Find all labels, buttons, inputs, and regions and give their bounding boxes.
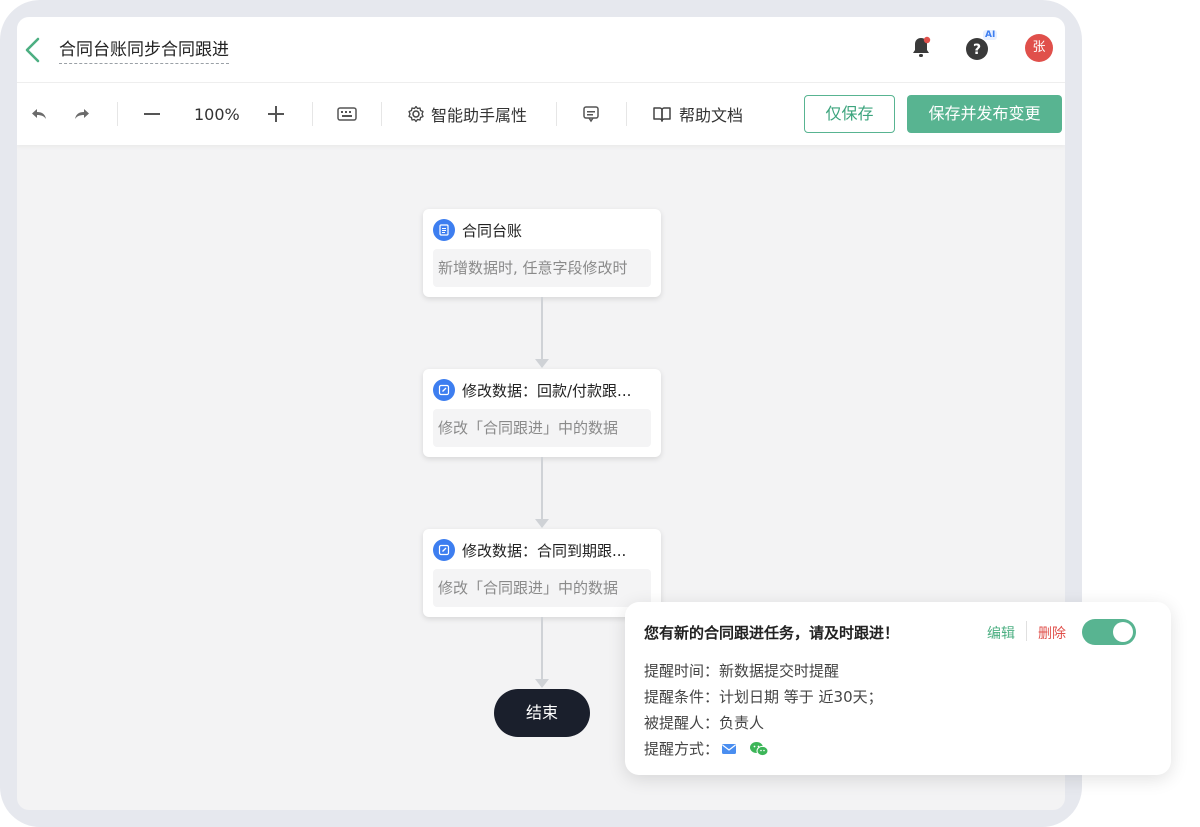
flow-connector <box>541 617 543 679</box>
enable-toggle[interactable] <box>1082 619 1136 645</box>
assistant-settings-label: 智能助手属性 <box>431 106 528 125</box>
ai-badge: AI <box>983 30 998 40</box>
action-divider <box>1026 621 1027 641</box>
toolbar: 100% 智能助手属性 帮助文档 仅保存 保存并发布变更 <box>17 83 1065 145</box>
edit-link[interactable]: 编辑 <box>987 623 1015 643</box>
assistant-settings-button[interactable]: 智能助手属性 <box>407 83 527 145</box>
zoom-in-icon[interactable] <box>267 83 285 145</box>
book-icon <box>653 106 671 122</box>
help-docs-label: 帮助文档 <box>679 106 744 125</box>
keyboard-icon[interactable] <box>337 83 357 145</box>
node-title: 修改数据：回款/付款跟... <box>462 381 632 400</box>
email-icon <box>721 743 737 755</box>
node-description: 新增数据时, 任意字段修改时 <box>433 249 651 287</box>
avatar[interactable]: 张 <box>1025 34 1053 62</box>
node-title: 修改数据：合同到期跟... <box>462 541 627 560</box>
comment-icon[interactable] <box>582 83 600 145</box>
edit-icon <box>433 539 455 561</box>
zoom-out-icon[interactable] <box>143 83 161 145</box>
toolbar-divider <box>626 102 627 126</box>
edit-icon <box>433 379 455 401</box>
toolbar-divider <box>556 102 557 126</box>
gear-icon <box>407 105 425 123</box>
toolbar-divider <box>117 102 118 126</box>
node-title: 合同台账 <box>462 221 523 240</box>
toolbar-divider <box>312 102 313 126</box>
reminder-method: 提醒方式： <box>644 738 769 759</box>
help-docs-button[interactable]: 帮助文档 <box>653 83 743 145</box>
save-button[interactable]: 仅保存 <box>804 95 895 133</box>
toggle-knob <box>1113 622 1133 642</box>
arrow-down-icon <box>535 519 549 528</box>
reminder-method-label: 提醒方式： <box>644 740 720 758</box>
flow-node-update-payment[interactable]: 修改数据：回款/付款跟... 修改「合同跟进」中的数据 <box>423 369 661 457</box>
flow-node-trigger[interactable]: 合同台账 新增数据时, 任意字段修改时 <box>423 209 661 297</box>
redo-icon[interactable] <box>73 83 91 145</box>
reminder-recipient: 被提醒人：负责人 <box>644 714 765 732</box>
reminder-condition: 提醒条件：计划日期 等于 近30天； <box>644 688 883 706</box>
title-bar: 合同台账同步合同跟进 ? AI 张 <box>17 17 1065 83</box>
save-publish-button[interactable]: 保存并发布变更 <box>907 95 1062 133</box>
bell-icon[interactable] <box>909 35 933 59</box>
flow-node-update-expiry[interactable]: 修改数据：合同到期跟... 修改「合同跟进」中的数据 <box>423 529 661 617</box>
reminder-title: 您有新的合同跟进任务，请及时跟进！ <box>644 624 900 642</box>
delete-link[interactable]: 删除 <box>1038 623 1066 643</box>
document-icon <box>433 219 455 241</box>
flow-end-node[interactable]: 结束 <box>494 689 590 737</box>
reminder-card: 您有新的合同跟进任务，请及时跟进！ 编辑 删除 提醒时间：新数据提交时提醒 提醒… <box>625 602 1171 775</box>
arrow-down-icon <box>535 679 549 688</box>
node-description: 修改「合同跟进」中的数据 <box>433 409 651 447</box>
page-title[interactable]: 合同台账同步合同跟进 <box>59 35 229 64</box>
back-icon[interactable] <box>21 35 45 65</box>
flow-connector <box>541 457 543 519</box>
undo-icon[interactable] <box>30 83 48 145</box>
help-icon[interactable]: ? AI <box>965 30 998 63</box>
flow-connector <box>541 297 543 359</box>
toolbar-divider <box>381 102 382 126</box>
reminder-time: 提醒时间：新数据提交时提醒 <box>644 662 840 680</box>
arrow-down-icon <box>535 359 549 368</box>
node-description: 修改「合同跟进」中的数据 <box>433 569 651 607</box>
zoom-level: 100% <box>194 104 240 124</box>
wechat-icon <box>749 741 769 757</box>
svg-text:?: ? <box>973 42 981 58</box>
